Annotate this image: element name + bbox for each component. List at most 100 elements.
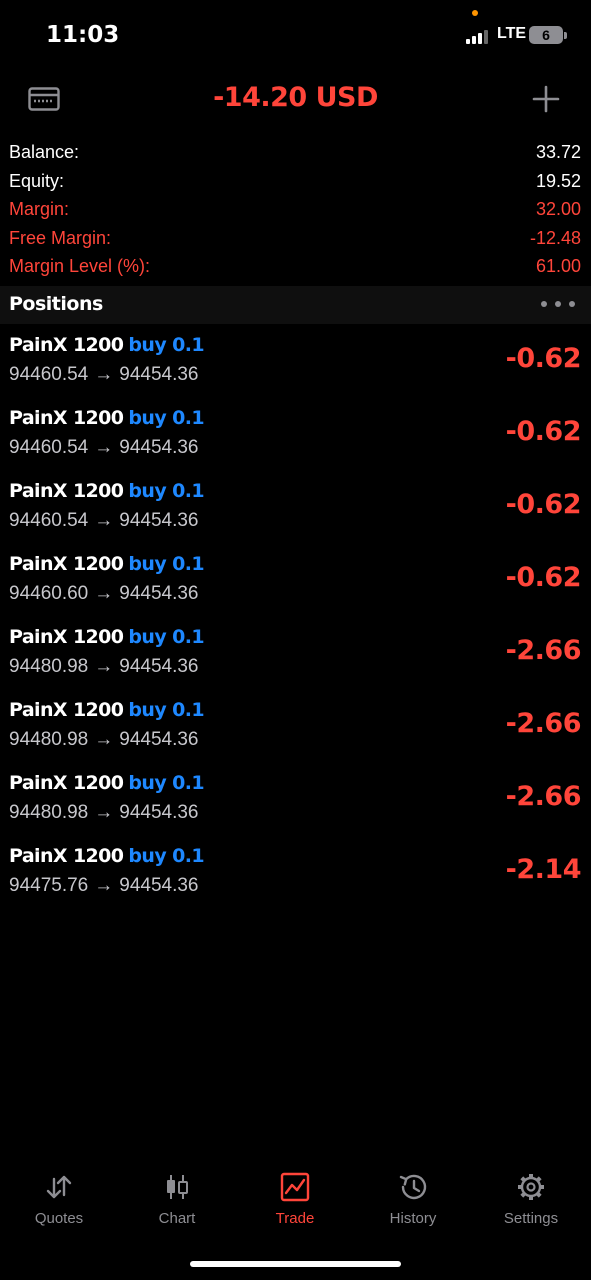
position-current-price: 94454.36	[119, 729, 199, 750]
position-profit: -2.66	[505, 708, 582, 739]
arrow-right-icon: →	[94, 802, 114, 823]
tab-history[interactable]: History	[354, 1168, 472, 1238]
summary-label: Balance:	[9, 142, 80, 162]
position-current-price: 94454.36	[119, 510, 199, 531]
positions-title: Positions	[9, 293, 103, 315]
more-icon[interactable]	[541, 301, 575, 309]
battery-icon: 6	[529, 26, 563, 44]
tab-label: History	[389, 1210, 437, 1227]
trade-icon	[280, 1172, 310, 1202]
position-type: buy 0.1	[128, 334, 205, 356]
summary-row-equity: Equity: 19.52	[0, 167, 591, 196]
summary-value: 33.72	[535, 142, 581, 162]
arrow-right-icon: →	[94, 364, 114, 385]
position-symbol: PainX 1200	[9, 772, 124, 794]
summary-row-margin: Margin: 32.00	[0, 195, 591, 224]
status-time: 11:03	[46, 22, 120, 48]
position-row[interactable]: PainX 1200 buy 0.1 94480.98 → 94454.36 -2.6…	[0, 695, 591, 768]
position-type: buy 0.1	[128, 480, 205, 502]
arrow-right-icon: →	[94, 583, 114, 604]
summary-label: Equity:	[9, 170, 65, 191]
home-indicator[interactable]	[190, 1261, 401, 1267]
positions-list: PainX 1200 buy 0.1 94460.54 → 94454.36 -0.6…	[0, 330, 591, 914]
tab-label: Trade	[275, 1210, 315, 1227]
position-open-price: 94480.98	[9, 729, 89, 750]
position-profit: -2.66	[505, 635, 582, 666]
position-type: buy 0.1	[128, 553, 205, 575]
position-current-price: 94454.36	[119, 364, 199, 385]
summary-row-margin-level: Margin Level (%): 61.00	[0, 252, 591, 281]
position-row[interactable]: PainX 1200 buy 0.1 94480.98 → 94454.36 -2.6…	[0, 622, 591, 695]
tab-chart[interactable]: Chart	[118, 1168, 236, 1238]
position-row[interactable]: PainX 1200 buy 0.1 94460.54 → 94454.36 -0.6…	[0, 476, 591, 549]
quotes-icon	[46, 1175, 72, 1199]
summary-value: 19.52	[535, 170, 581, 191]
position-current-price: 94454.36	[119, 437, 199, 458]
position-profit: -0.62	[505, 489, 582, 520]
privacy-indicator-dot	[472, 10, 478, 16]
bottom-tab-bar: Quotes Chart Trade History Settings	[0, 1168, 591, 1238]
position-open-price: 94480.98	[9, 656, 89, 677]
arrow-right-icon: →	[94, 510, 114, 531]
position-symbol: PainX 1200	[9, 626, 124, 648]
position-symbol: PainX 1200	[9, 699, 124, 721]
positions-section-header: Positions	[0, 286, 591, 324]
arrow-right-icon: →	[94, 875, 114, 896]
position-row[interactable]: PainX 1200 buy 0.1 94460.54 → 94454.36 -0.6…	[0, 403, 591, 476]
position-profit: -0.62	[505, 562, 582, 593]
position-current-price: 94454.36	[119, 802, 199, 823]
summary-value: 61.00	[535, 256, 581, 276]
position-open-price: 94460.54	[9, 437, 89, 458]
position-profit: -0.62	[505, 416, 582, 447]
position-row[interactable]: PainX 1200 buy 0.1 94480.98 → 94454.36 -2.6…	[0, 768, 591, 841]
summary-value: 32.00	[535, 199, 581, 219]
position-symbol: PainX 1200	[9, 407, 124, 429]
position-open-price: 94480.98	[9, 802, 89, 823]
position-profit: -2.66	[505, 781, 582, 812]
position-symbol: PainX 1200	[9, 334, 124, 356]
tab-quotes[interactable]: Quotes	[0, 1168, 118, 1238]
position-open-price: 94460.54	[9, 510, 89, 531]
position-type: buy 0.1	[128, 699, 205, 721]
settings-icon	[518, 1174, 544, 1200]
tab-settings[interactable]: Settings	[472, 1168, 590, 1238]
summary-row-balance: Balance: 33.72	[0, 138, 591, 167]
account-summary: Balance: 33.72 Equity: 19.52 Margin: 32.…	[0, 138, 591, 281]
header: -14.20 USD	[0, 74, 591, 126]
arrow-right-icon: →	[94, 656, 114, 677]
position-symbol: PainX 1200	[9, 845, 124, 867]
plus-icon[interactable]	[532, 85, 560, 113]
position-current-price: 94454.36	[119, 875, 199, 896]
position-symbol: PainX 1200	[9, 553, 124, 575]
position-current-price: 94454.36	[119, 656, 199, 677]
summary-label: Margin Level (%):	[9, 256, 151, 276]
network-type: LTE	[497, 25, 527, 42]
signal-strength-icon	[466, 28, 492, 44]
position-open-price: 94460.54	[9, 364, 89, 385]
position-type: buy 0.1	[128, 845, 205, 867]
position-open-price: 94475.76	[9, 875, 89, 896]
status-bar: 11:03 LTE 6	[0, 0, 591, 70]
summary-label: Margin:	[9, 199, 70, 219]
summary-value: -12.48	[529, 227, 581, 248]
position-profit: -0.62	[505, 343, 582, 374]
chart-icon	[167, 1175, 188, 1199]
position-row[interactable]: PainX 1200 buy 0.1 94460.54 → 94454.36 -0.6…	[0, 330, 591, 403]
tab-label: Quotes	[34, 1210, 84, 1227]
tab-trade[interactable]: Trade	[236, 1168, 354, 1238]
arrow-right-icon: →	[94, 437, 114, 458]
arrow-right-icon: →	[94, 729, 114, 750]
battery-tip	[564, 32, 567, 39]
position-row[interactable]: PainX 1200 buy 0.1 94460.60 → 94454.36 -0.6…	[0, 549, 591, 622]
tab-label: Settings	[503, 1210, 559, 1227]
position-profit: -2.14	[505, 854, 582, 885]
position-symbol: PainX 1200	[9, 480, 124, 502]
position-type: buy 0.1	[128, 772, 205, 794]
position-open-price: 94460.60	[9, 583, 89, 604]
position-type: buy 0.1	[128, 626, 205, 648]
position-type: buy 0.1	[128, 407, 205, 429]
position-current-price: 94454.36	[119, 583, 199, 604]
history-icon	[399, 1174, 427, 1200]
position-row[interactable]: PainX 1200 buy 0.1 94475.76 → 94454.36 -2.1…	[0, 841, 591, 914]
summary-row-free-margin: Free Margin: -12.48	[0, 224, 591, 253]
